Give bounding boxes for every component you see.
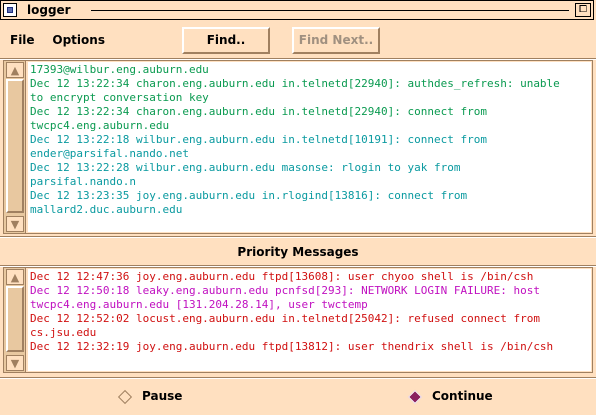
log-line: 17393@wilbur.eng.auburn.edu	[30, 63, 209, 76]
bottom-divider	[0, 377, 596, 379]
log-line: twcpc4.eng.auburn.edu [131.204.28.14], u…	[30, 298, 368, 311]
arrow-up-icon[interactable]: ▲	[6, 62, 24, 78]
continue-radio[interactable]: Continue	[407, 389, 493, 404]
pane-divider	[0, 236, 596, 238]
pause-label: Pause	[142, 389, 183, 403]
scroll-thumb[interactable]	[6, 79, 24, 213]
window-title: logger	[27, 3, 71, 17]
priority-log-scrollbar[interactable]: ▲ ▼	[4, 268, 26, 372]
title-bar: logger ⧠	[0, 0, 594, 20]
resize-icon[interactable]: ⧠	[575, 3, 591, 17]
scroll-thumb[interactable]	[6, 286, 24, 352]
title-rule	[91, 10, 569, 11]
arrow-down-icon[interactable]: ▼	[6, 355, 24, 371]
diamond-radio-icon[interactable]	[407, 389, 423, 404]
main-log-text[interactable]: 17393@wilbur.eng.auburn.edu Dec 12 13:22:…	[28, 62, 591, 232]
priority-log-text[interactable]: Dec 12 12:47:36 joy.eng.auburn.edu ftpd[…	[28, 269, 591, 371]
priority-messages-title: Priority Messages	[237, 245, 359, 259]
log-line: parsifal.nando.n	[30, 175, 136, 188]
log-line: Dec 12 12:47:36 joy.eng.auburn.edu ftpd[…	[30, 270, 534, 283]
log-line: to encrypt conversation key	[30, 91, 209, 104]
continue-label: Continue	[432, 389, 493, 403]
menu-bar: File Options	[10, 33, 119, 47]
arrow-down-icon[interactable]: ▼	[6, 216, 24, 232]
log-line: Dec 12 13:23:35 joy.eng.auburn.edu in.rl…	[30, 189, 468, 202]
priority-log-pane: ▲ ▼ Dec 12 12:47:36 joy.eng.auburn.edu f…	[3, 267, 593, 373]
log-line: Dec 12 12:50:18 leaky.eng.auburn.edu pcn…	[30, 284, 540, 297]
log-line: cs.jsu.edu	[30, 326, 97, 339]
log-line: Dec 12 13:22:18 wilbur.eng.auburn.edu in…	[30, 133, 487, 146]
window-menu-dot	[7, 7, 13, 13]
log-line: Dec 12 13:22:28 wilbur.eng.auburn.edu ma…	[30, 161, 461, 174]
log-line: Dec 12 13:22:34 charon.eng.auburn.edu in…	[30, 105, 487, 118]
log-line: mallard2.duc.auburn.edu	[30, 203, 183, 216]
log-line: Dec 12 12:32:19 joy.eng.auburn.edu ftpd[…	[30, 340, 554, 353]
diamond-radio-icon[interactable]	[117, 389, 133, 404]
log-line: Dec 12 13:22:34 charon.eng.auburn.edu in…	[30, 77, 560, 90]
log-line: twcpc4.eng.auburn.edu	[30, 119, 170, 132]
menu-file[interactable]: File	[10, 33, 35, 47]
main-log-scrollbar[interactable]: ▲ ▼	[4, 61, 26, 233]
arrow-up-icon[interactable]: ▲	[6, 269, 24, 285]
log-line: Dec 12 12:52:02 locust.eng.auburn.edu in…	[30, 312, 540, 325]
find-next-button[interactable]: Find Next..	[292, 27, 380, 54]
menu-options[interactable]: Options	[52, 33, 105, 47]
find-button[interactable]: Find..	[182, 27, 270, 54]
window-menu-icon[interactable]	[3, 3, 17, 17]
log-line: ender@parsifal.nando.net	[30, 147, 189, 160]
pause-radio[interactable]: Pause	[117, 389, 183, 404]
main-log-pane: ▲ ▼ 17393@wilbur.eng.auburn.edu Dec 12 13…	[3, 60, 593, 234]
